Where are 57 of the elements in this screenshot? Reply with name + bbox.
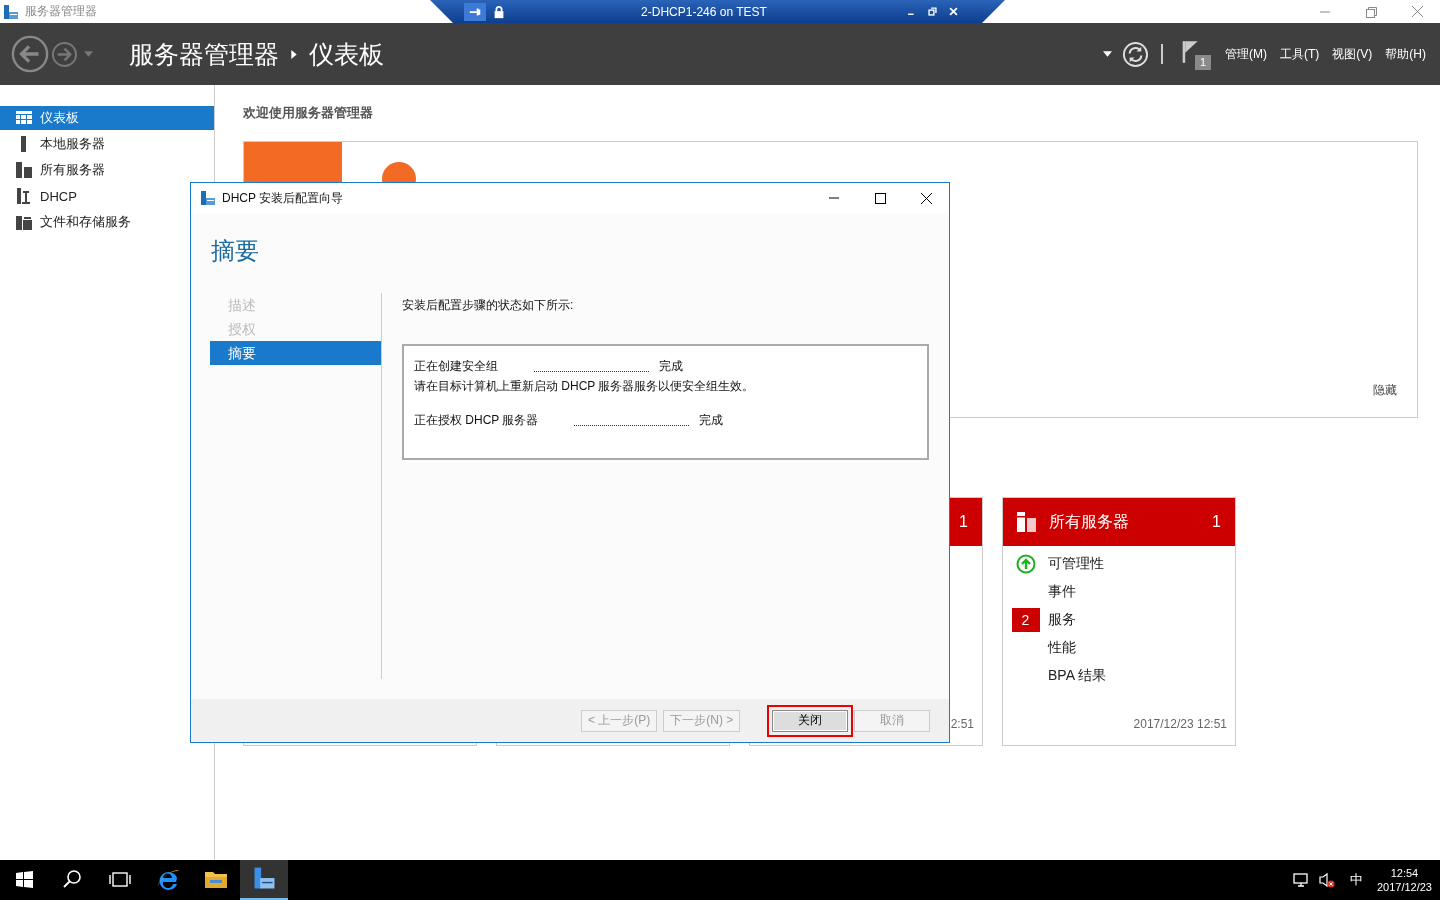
sidebar-item[interactable]: 所有服务器 [0, 158, 214, 182]
sidebar-item[interactable]: 文件和存储服务 [0, 210, 214, 234]
section-title: 欢迎使用服务器管理器 [243, 104, 374, 122]
tile-item[interactable]: 性能 [1048, 639, 1076, 657]
clock[interactable]: 12:54 2017/12/23 [1376, 866, 1432, 894]
network-icon[interactable] [1291, 871, 1310, 889]
restore-icon[interactable] [927, 6, 938, 17]
close-icon[interactable] [948, 6, 959, 17]
status-ok-icon [1015, 554, 1036, 574]
menu-item[interactable]: 管理(M) [1225, 45, 1267, 63]
wizard-heading: 摘要 [210, 236, 260, 266]
task-name: 正在创建安全组 [414, 357, 498, 375]
sidebar-item[interactable]: 仪表板 [0, 106, 214, 130]
intro-text: 安装后配置步骤的状态如下所示: [402, 297, 575, 314]
result-note: 请在目标计算机上重新启动 DHCP 服务器服务以便安全组生效。 [414, 378, 756, 395]
tile-timestamp: 2:51 [950, 717, 974, 731]
notification-count: 1 [1195, 55, 1211, 70]
sidebar-item[interactable]: 本地服务器 [0, 132, 214, 156]
tile-header[interactable]: 所有服务器 1 [1003, 498, 1235, 546]
tile-item[interactable]: 服务 [1048, 611, 1076, 629]
task-status: 完成 [699, 411, 724, 429]
servers-icon [16, 162, 32, 178]
input-method-indicator[interactable]: 中 [1349, 871, 1363, 889]
lock-icon[interactable] [492, 4, 506, 19]
storage-icon [16, 214, 32, 230]
task-name: 正在授权 DHCP 服务器 [414, 411, 539, 429]
task-status: 完成 [659, 357, 683, 375]
breadcrumb-arrow-icon [291, 49, 297, 59]
app-icon [3, 3, 19, 20]
breadcrumb-item[interactable]: 仪表板 [309, 37, 384, 71]
window-title: 服务器管理器 [25, 3, 97, 20]
menu-item[interactable]: 视图(V) [1332, 45, 1373, 63]
wizard-step[interactable]: 摘要 [210, 341, 381, 365]
pin-icon[interactable] [464, 2, 486, 21]
dhcp-server-icon [16, 188, 32, 204]
tile-timestamp: 2017/12/23 12:51 [1133, 717, 1227, 731]
tile-count: 1 [959, 513, 968, 531]
volume-muted-icon[interactable] [1317, 871, 1336, 889]
app-icon [200, 190, 216, 206]
tile-title: 所有服务器 [1049, 511, 1130, 532]
dashboard-icon [16, 110, 32, 126]
tile-item[interactable]: BPA 结果 [1048, 667, 1107, 685]
servers-icon [1017, 512, 1037, 532]
menu-item[interactable]: 工具(T) [1280, 45, 1320, 63]
dialog-title: DHCP 安装后配置向导 [222, 189, 344, 207]
tile-count: 1 [1212, 513, 1221, 531]
back-icon[interactable] [11, 35, 49, 73]
tile-item[interactable]: 事件 [1048, 583, 1076, 601]
hide-link[interactable]: 隐藏 [1373, 382, 1397, 399]
tile-item[interactable]: 可管理性 [1048, 555, 1104, 573]
alert-count[interactable]: 2 [1011, 608, 1040, 632]
remote-session-title: 2-DHCP1-246 on TEST [640, 4, 768, 19]
caret-icon[interactable] [1103, 51, 1112, 57]
refresh-icon[interactable] [1122, 40, 1149, 68]
breadcrumb-item[interactable]: 服务器管理器 [129, 37, 279, 71]
menu-item[interactable]: 帮助(H) [1385, 45, 1426, 63]
sidebar-item[interactable]: DHCP [0, 184, 214, 208]
